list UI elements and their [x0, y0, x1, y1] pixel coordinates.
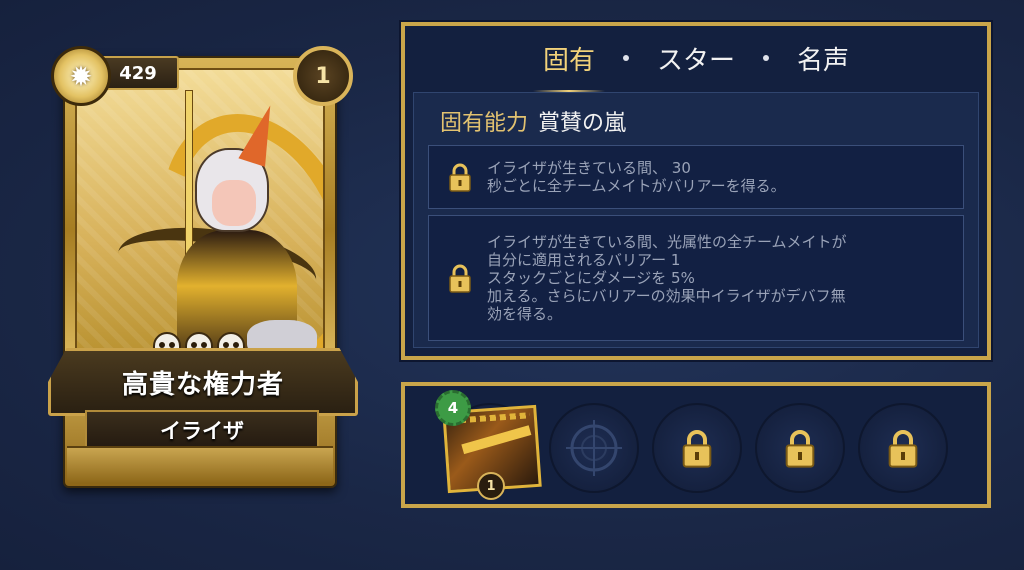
locked-slot[interactable] — [858, 403, 948, 493]
crosshair-icon — [566, 420, 622, 476]
locked-slot[interactable] — [755, 403, 845, 493]
character-name: イライザ — [160, 419, 244, 443]
ability-slot-text: イライザが生きている間、 30 秒ごとに全チームメイトがバリアーを得る。 — [487, 159, 786, 195]
tab-star[interactable]: スター — [657, 40, 735, 77]
lock-icon — [682, 430, 712, 468]
name-plate: イライザ — [85, 410, 319, 450]
relic-level-badge: 1 — [477, 472, 505, 500]
ability-slot-1[interactable]: イライザが生きている間、 30 秒ごとに全チームメイトがバリアーを得る。 — [428, 145, 964, 209]
portrait-face — [212, 180, 256, 226]
tab-separator — [622, 55, 629, 61]
gear-icon: 4 — [435, 390, 471, 426]
ability-heading: 固有能力 賞賛の嵐 — [440, 105, 626, 137]
character-portrait — [75, 68, 325, 362]
tab-bar: 固有 スター 名声 — [405, 26, 987, 93]
currency-badge: 429 ✹ — [45, 42, 195, 106]
equipment-bar: 4 1 — [401, 382, 991, 508]
tab-separator — [763, 55, 769, 61]
tab-innate[interactable]: 固有 — [532, 40, 606, 93]
ability-panel: 固有 スター 名声 固有能力 賞賛の嵐 イライザが生きている間、 30 秒ごとに全… — [401, 22, 991, 360]
ability-label: 固有能力 — [440, 111, 529, 136]
character-card[interactable]: 429 ✹ 1 高貴な権力者 イライザ — [45, 42, 358, 490]
tab-fame[interactable]: 名声 — [797, 40, 849, 77]
character-title: 高貴な権力者 — [121, 369, 284, 400]
lock-icon — [888, 430, 918, 468]
lock-icon — [449, 162, 471, 192]
ability-slot-2[interactable]: イライザが生きている間、光属性の全チームメイトが 自分に適用されるバリアー 1 … — [428, 215, 964, 341]
level-badge: 1 — [293, 46, 353, 106]
card-footer — [67, 446, 333, 484]
ability-slot-text: イライザが生きている間、光属性の全チームメイトが 自分に適用されるバリアー 1 … — [487, 233, 847, 323]
sparkle-coin-icon: ✹ — [51, 46, 111, 106]
title-plate: 高貴な権力者 — [48, 348, 358, 416]
empty-slot[interactable] — [549, 403, 639, 493]
lock-icon — [785, 430, 815, 468]
locked-slot[interactable] — [652, 403, 742, 493]
ability-body: 固有能力 賞賛の嵐 イライザが生きている間、 30 秒ごとに全チームメイトがバリア… — [413, 92, 979, 348]
ability-name: 賞賛の嵐 — [538, 111, 627, 136]
lock-icon — [449, 263, 471, 293]
